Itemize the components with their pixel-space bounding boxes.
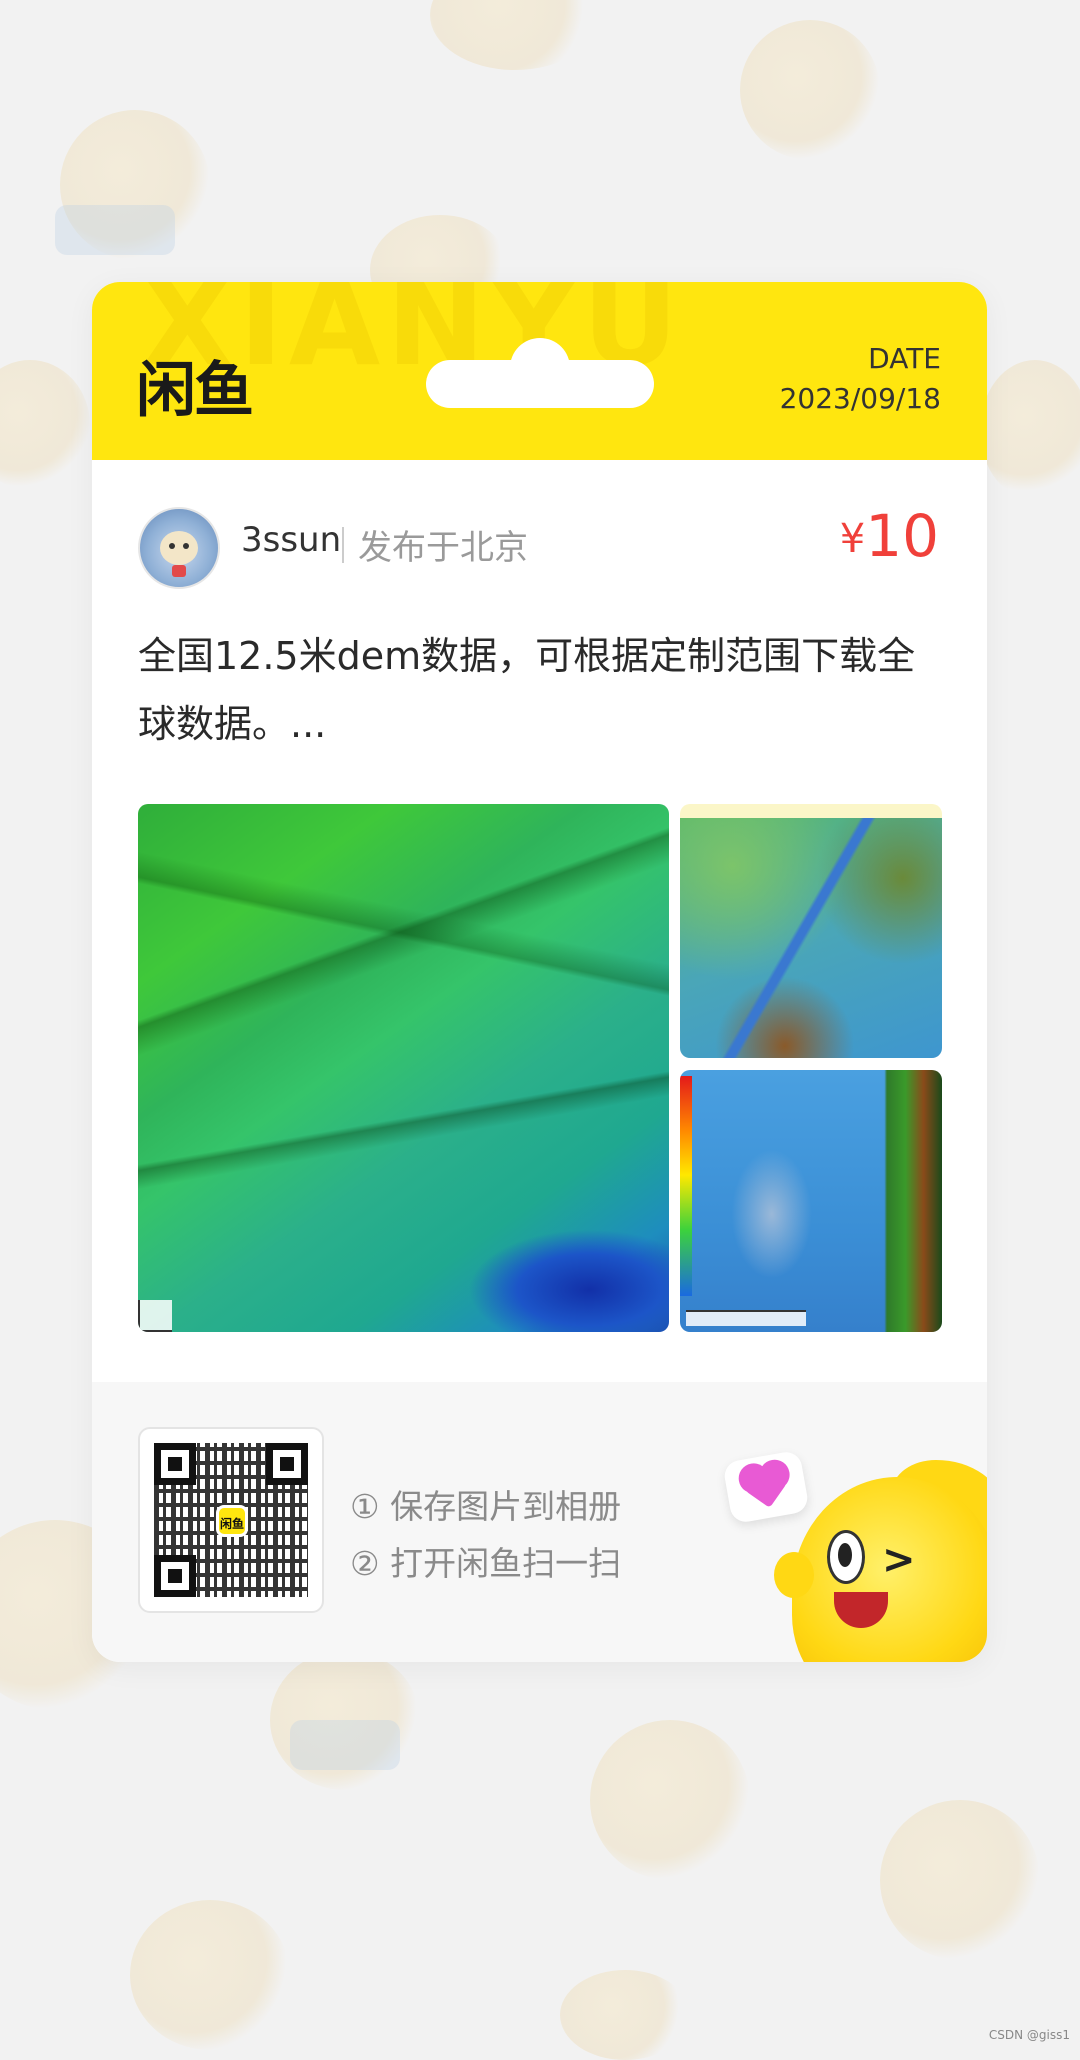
- avatar[interactable]: [138, 507, 220, 589]
- seller-location: 发布于北京: [358, 528, 528, 568]
- date-value: 2023/09/18: [779, 382, 941, 415]
- dem-colormap-image[interactable]: [680, 1070, 942, 1332]
- qr-center-logo: 闲鱼: [216, 1505, 248, 1537]
- background-mascot: [130, 1900, 290, 2050]
- share-card: XIANYU 闲鱼 DATE 2023/09/18 3ssun 发布于北京 ¥1…: [92, 282, 987, 1662]
- dem-terrain-main-image[interactable]: [138, 804, 669, 1332]
- seller-divider: [342, 527, 344, 563]
- card-notch: [426, 338, 654, 408]
- item-description: 全国12.5米dem数据，可根据定制范围下载全球数据。...: [138, 634, 916, 746]
- date-label: DATE: [868, 342, 941, 375]
- background-mascot: [560, 1970, 690, 2060]
- mascot-wink-eye: >: [882, 1537, 916, 1583]
- qr-code[interactable]: 闲鱼: [138, 1427, 324, 1613]
- background-mascot: [880, 1800, 1040, 1960]
- background-mascot: [980, 360, 1080, 500]
- mascot-hand: [774, 1552, 814, 1598]
- avatar-eye: [169, 543, 175, 549]
- card-footer: 闲鱼 ① 保存图片到相册 ② 打开闲鱼扫一扫 >: [92, 1382, 987, 1662]
- background-mascot: [430, 0, 600, 70]
- scale-bar: [138, 1300, 172, 1332]
- background-mascot: [0, 360, 90, 490]
- background-tag: [290, 1720, 400, 1770]
- brand-logo: 闲鱼: [136, 356, 254, 426]
- price-currency-symbol: ¥: [839, 516, 866, 562]
- instruction-step-save: ① 保存图片到相册: [350, 1487, 622, 1526]
- elevation-legend-bar: [680, 1076, 692, 1296]
- source-credit: CSDN @giss1: [988, 2028, 1070, 2042]
- mascot-eye: [827, 1530, 865, 1584]
- avatar-eye: [183, 543, 189, 549]
- dem-river-image[interactable]: [680, 804, 942, 1058]
- price-value: 10: [865, 502, 939, 570]
- card-header: XIANYU 闲鱼 DATE 2023/09/18: [92, 282, 987, 460]
- instruction-step-scan: ② 打开闲鱼扫一扫: [350, 1544, 622, 1583]
- heart-bubble-icon: [722, 1449, 810, 1525]
- background-mascot: [740, 20, 880, 160]
- avatar-tie: [172, 565, 186, 577]
- background-mascot: [590, 1720, 750, 1880]
- background-tag: [55, 205, 175, 255]
- qr-finder: [266, 1443, 308, 1485]
- qr-finder: [154, 1555, 196, 1597]
- price: ¥10: [840, 502, 939, 570]
- seller-username[interactable]: 3ssun: [241, 520, 341, 560]
- heart-icon: [745, 1466, 787, 1508]
- avatar-face: [160, 531, 198, 565]
- qr-finder: [154, 1443, 196, 1485]
- scale-bar: [686, 1310, 806, 1326]
